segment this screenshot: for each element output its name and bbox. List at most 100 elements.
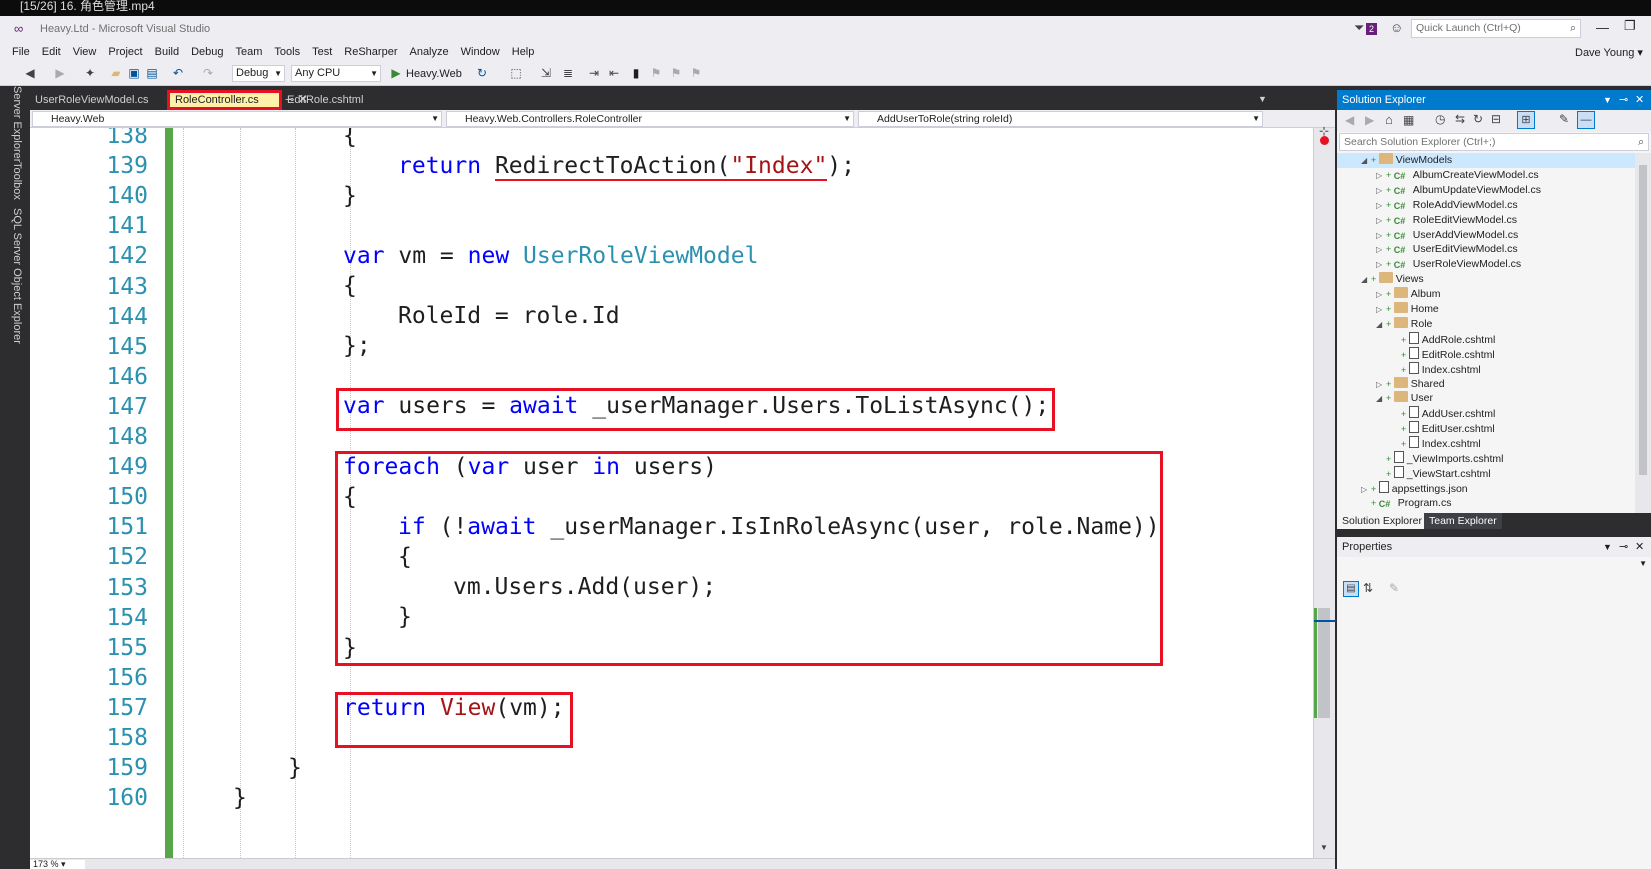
prev-bookmark-icon[interactable]: ⚑ [648,65,664,81]
properties-icon[interactable]: ✎ [1559,112,1569,126]
menu-project[interactable]: Project [102,42,148,62]
solution-platform-select[interactable]: Any CPU ▼ [291,65,381,82]
back-icon[interactable]: ◀ [22,65,38,81]
tree-node[interactable]: + EditUser.cshtml [1337,421,1635,436]
menu-help[interactable]: Help [506,42,541,62]
tree-node[interactable]: + _ViewStart.cshtml [1337,465,1635,481]
outdent-icon[interactable]: ⇤ [606,65,622,81]
save-icon[interactable]: ▣ [126,65,142,81]
expand-arrow-icon[interactable]: ▷ [1376,168,1386,183]
open-file-icon[interactable]: ▰ [108,65,124,81]
tree-node[interactable]: ◢ + User [1337,391,1635,406]
new-project-icon[interactable]: ✦ [82,65,98,81]
refresh-icon[interactable]: ↻ [474,65,490,81]
tree-node[interactable]: ▷ + appsettings.json [1337,480,1635,496]
tree-node[interactable]: ▷ + C# UserAddViewModel.cs [1337,228,1635,243]
pending-changes-icon[interactable]: ◷ [1435,112,1445,126]
filter-notifications-icon[interactable]: ⏷ [1354,20,1364,36]
solution-tree[interactable]: ◢ + ViewModels ▷ + C# AlbumCreateViewModel.c… [1337,153,1635,513]
tab-solution-explorer[interactable]: Solution Explorer [1337,513,1427,529]
collapse-arrow-icon[interactable]: ◢ [1376,391,1386,406]
indent-icon[interactable]: ⇥ [586,65,602,81]
menu-test[interactable]: Test [306,42,338,62]
expand-arrow-icon[interactable]: ▷ [1376,377,1386,392]
expand-arrow-icon[interactable]: ▷ [1376,257,1386,272]
start-target-label[interactable]: Heavy.Web [406,68,462,80]
step-over-icon[interactable]: ⇲ [538,65,554,81]
server-explorer-tab[interactable]: Server Explorer [11,86,23,162]
type-dropdown[interactable]: Heavy.Web.Controllers.RoleController ▼ [446,111,854,127]
minimize-icon[interactable]: — [1596,20,1609,35]
menu-build[interactable]: Build [149,42,185,62]
feedback-icon[interactable]: ☺ [1390,20,1403,35]
tree-node[interactable]: ◢ + Views [1337,272,1635,287]
code-editor[interactable]: 138 139 140 141 142 143 144 145 146 147 148 149 150 1… [30,128,1313,858]
forward-icon[interactable]: ▶ [52,65,68,81]
solution-search-input[interactable]: Search Solution Explorer (Ctrl+;) ⌕ [1339,133,1649,151]
collapse-arrow-icon[interactable]: ◢ [1361,272,1371,287]
tree-node[interactable]: + EditRole.cshtml [1337,346,1635,362]
sql-server-object-explorer-tab[interactable]: SQL Server Object Explorer [11,208,23,344]
home-icon[interactable]: ⌂ [1385,112,1393,127]
tree-node[interactable]: ◢ + Role [1337,316,1635,332]
menu-tools[interactable]: Tools [268,42,306,62]
menu-file[interactable]: File [6,42,36,62]
pin-icon[interactable]: ⊸ [1619,537,1628,557]
quick-launch-input[interactable]: Quick Launch (Ctrl+Q) ⌕ [1411,19,1581,38]
tree-node[interactable]: ▷ + C# UserEditViewModel.cs [1337,242,1635,257]
menu-window[interactable]: Window [455,42,506,62]
solution-configuration-select[interactable]: Debug ▼ [232,65,285,82]
restore-icon[interactable]: ❐ [1624,18,1636,34]
next-bookmark-icon[interactable]: ⚑ [668,65,684,81]
pin-icon[interactable]: ⊸ [1619,90,1628,110]
close-icon[interactable]: ✕ [1635,537,1644,557]
scroll-thumb[interactable] [1639,165,1647,475]
preview-selected-icon[interactable]: — [1577,111,1595,129]
user-account-name[interactable]: Dave Young ▾ [1575,46,1643,59]
tab-list-dropdown-icon[interactable]: ▼ [1258,94,1267,104]
tree-node[interactable]: ◢ + ViewModels [1337,153,1635,168]
expand-arrow-icon[interactable]: ▷ [1376,183,1386,198]
solution-tree-scrollbar[interactable] [1635,153,1651,513]
tree-node[interactable]: ▷ + C# AlbumUpdateViewModel.cs [1337,183,1635,198]
close-icon[interactable]: ✕ [1635,90,1644,110]
property-pages-icon[interactable]: ✎ [1389,581,1399,595]
browser-link-icon[interactable]: ⬚ [508,65,524,81]
collapse-all-icon[interactable]: ⊟ [1491,112,1501,126]
bookmark-icon[interactable]: ▮ [628,65,644,81]
expand-arrow-icon[interactable]: ▷ [1376,228,1386,243]
menu-analyze[interactable]: Analyze [403,42,454,62]
redo-icon[interactable]: ↷ [200,65,216,81]
tree-node[interactable]: ▷ + C# UserRoleViewModel.cs [1337,257,1635,272]
tree-node[interactable]: ▷ + C# RoleEditViewModel.cs [1337,213,1635,228]
categorized-icon[interactable]: ▤ [1343,581,1359,597]
scroll-thumb[interactable] [1318,608,1330,718]
format-icon[interactable]: ≣ [560,65,576,81]
tree-node[interactable]: + _ViewImports.cshtml [1337,451,1635,466]
scroll-down-icon[interactable]: ▼ [1320,843,1328,852]
expand-arrow-icon[interactable]: ▷ [1376,302,1386,317]
back-icon[interactable]: ◀ [1345,113,1354,127]
switch-views-icon[interactable]: ▦ [1403,113,1414,127]
menu-debug[interactable]: Debug [185,42,229,62]
show-all-files-icon[interactable]: ⊞ [1517,111,1535,129]
menu-resharper[interactable]: ReSharper [338,42,403,62]
tree-node[interactable]: + C# Program.cs [1337,496,1635,511]
tree-node[interactable]: + AddRole.cshtml [1337,331,1635,347]
clear-bookmarks-icon[interactable]: ⚑ [688,65,704,81]
menu-view[interactable]: View [67,42,103,62]
alphabetical-icon[interactable]: ⇅ [1363,581,1373,595]
editor-horizontal-scrollbar[interactable] [30,858,1335,869]
expand-arrow-icon[interactable]: ▷ [1376,198,1386,213]
collapse-arrow-icon[interactable]: ◢ [1376,317,1386,332]
member-dropdown[interactable]: AddUserToRole(string roleId) ▼ [858,111,1263,127]
object-selector-dropdown[interactable]: ▼ [1339,559,1649,575]
project-dropdown[interactable]: Heavy.Web ▼ [32,111,442,127]
tree-node[interactable]: + Index.cshtml [1337,361,1635,377]
refresh-icon[interactable]: ↻ [1473,112,1483,126]
tab-team-explorer[interactable]: Team Explorer [1424,513,1502,529]
notification-count-badge[interactable]: 2 [1366,23,1377,35]
tree-node[interactable]: ▷ + C# AlbumCreateViewModel.cs [1337,168,1635,183]
expand-arrow-icon[interactable]: ▷ [1376,242,1386,257]
tab-editrole[interactable]: EditRole.cshtml [282,90,368,110]
